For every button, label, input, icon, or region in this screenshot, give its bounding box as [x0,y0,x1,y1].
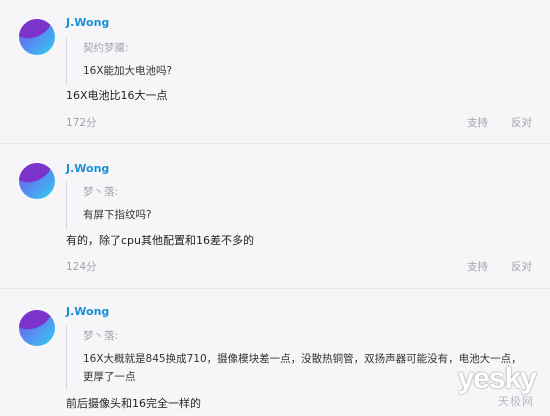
reply-text: 前后摄像头和16完全一样的 [66,397,201,410]
quoted-comment: 契约梦魇: 16X能加大电池吗? [66,38,526,84]
score-count: 172分 [66,117,97,129]
watermark-sub: 天极网 [498,395,534,408]
username[interactable]: J.Wong [66,16,109,29]
support-button[interactable]: 支持 [467,115,488,130]
quote-author: 梦丶落: [83,330,119,342]
quoted-comment: 梦丶落: 有屏下指纹吗? [66,182,526,230]
username[interactable]: J.Wong [66,305,109,318]
comment-item: J.Wong 梦丶落: 有屏下指纹吗? 有的，除了cpu其他配置和16差不多的 … [0,144,550,289]
avatar[interactable] [19,163,55,199]
avatar[interactable] [19,310,55,346]
watermark-logo: yesky 天极网 [428,362,537,410]
oppose-button[interactable]: 反对 [511,259,532,274]
score-count: 124分 [66,261,97,273]
reply-text: 16X电池比16大一点 [66,89,168,102]
comment-footer: 172分 支持 反对 [66,115,536,131]
username[interactable]: J.Wong [66,162,109,175]
watermark-brand: yesky [457,362,537,395]
comment-footer: 124分 支持 反对 [66,259,536,275]
quote-author: 契约梦魇: [83,42,129,54]
avatar[interactable] [19,19,55,55]
comment-feed: J.Wong 契约梦魇: 16X能加大电池吗? 16X电池比16大一点 172分… [0,0,550,416]
comment-item: J.Wong 契约梦魇: 16X能加大电池吗? 16X电池比16大一点 172分… [0,0,550,144]
oppose-button[interactable]: 反对 [511,115,532,130]
support-button[interactable]: 支持 [467,259,488,274]
reply-text: 有的，除了cpu其他配置和16差不多的 [66,234,254,247]
quote-text: 16X能加大电池吗? [83,65,173,77]
quote-author: 梦丶落: [83,186,119,198]
quote-text: 有屏下指纹吗? [83,209,152,221]
